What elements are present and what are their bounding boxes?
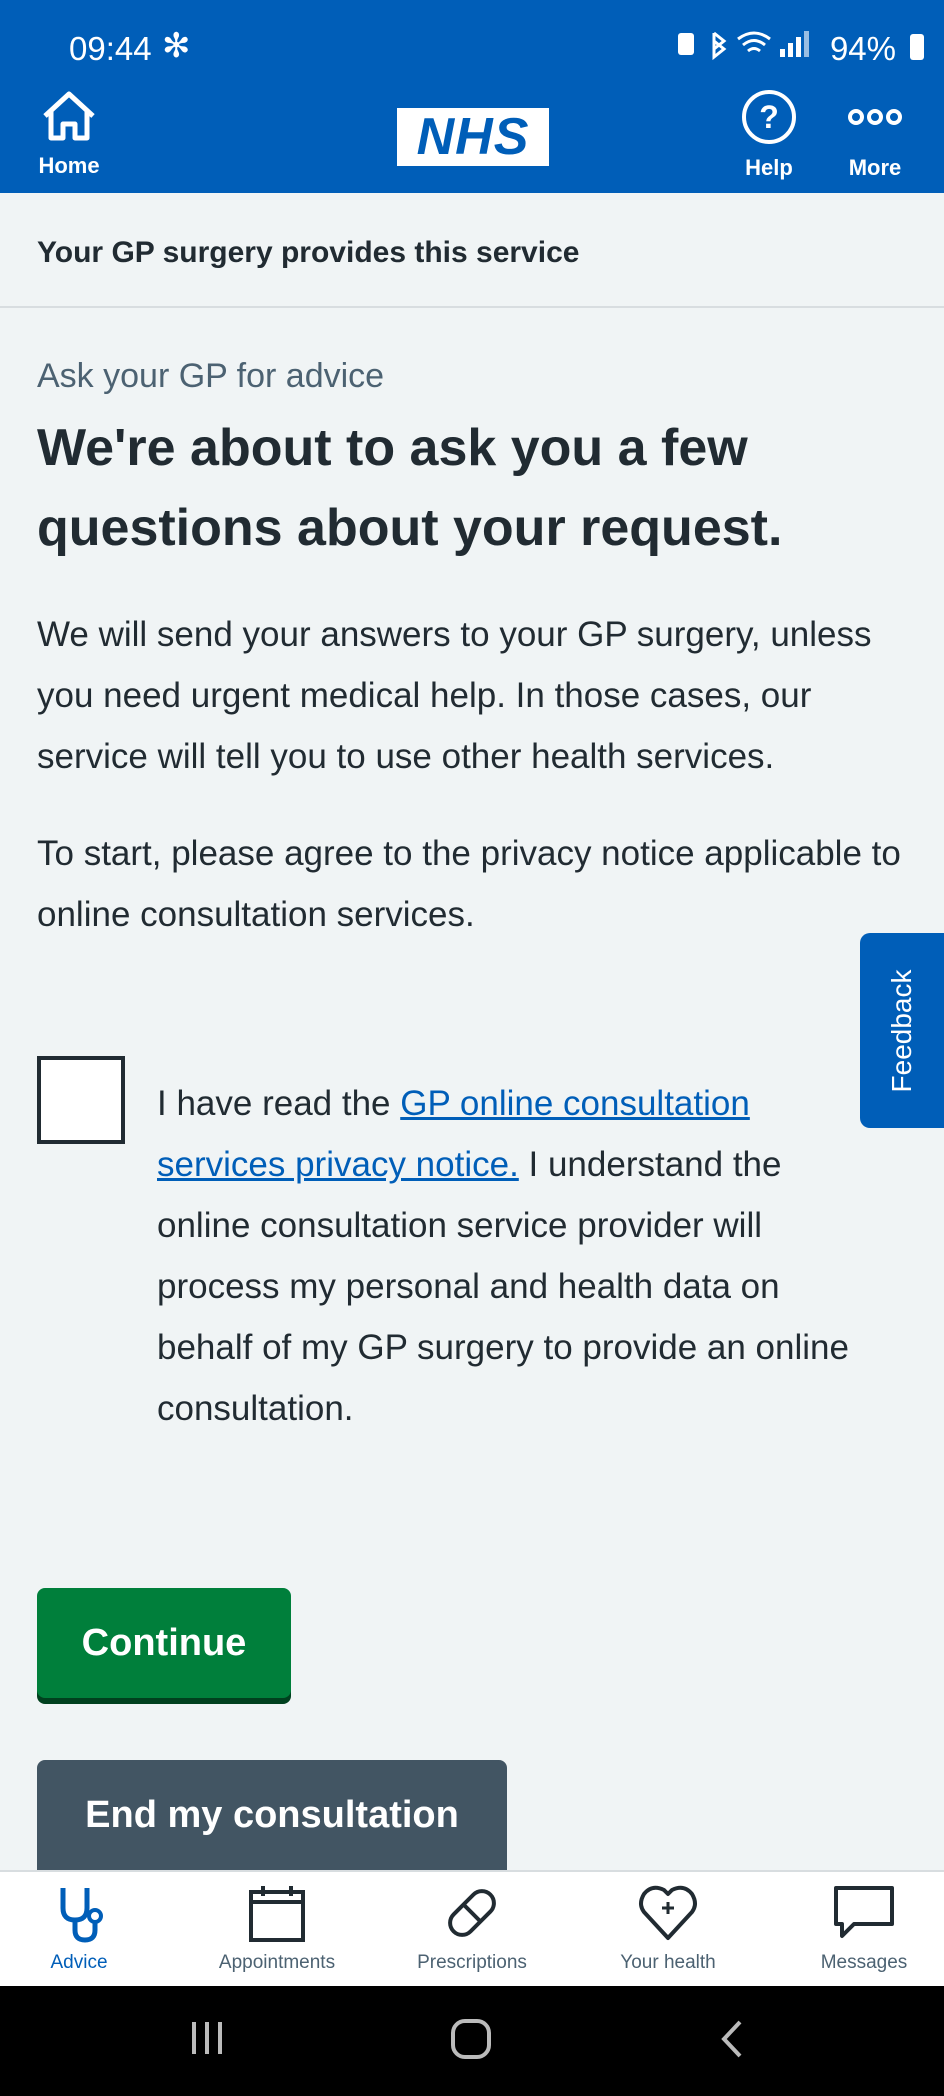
battery-icon	[910, 34, 924, 60]
service-provider-text: Your GP surgery provides this service	[37, 236, 580, 269]
status-bar: 09:44 ✻ 94%	[0, 0, 944, 90]
app-header: 09:44 ✻ 94% Home NHS ? Help More	[0, 0, 944, 193]
system-icons	[676, 27, 826, 69]
feedback-label: Feedback	[886, 969, 917, 1092]
tab-messages[interactable]: Messages	[770, 1882, 944, 1974]
tab-appointments-label: Appointments	[218, 1952, 336, 1973]
privacy-instruction: To start, please agree to the privacy no…	[37, 834, 901, 934]
tab-advice-label: Advice	[50, 1952, 108, 1973]
intro-paragraph: We will send your answers to your GP sur…	[37, 615, 872, 776]
status-time: 09:44	[69, 30, 152, 67]
help-label: Help	[745, 155, 793, 180]
service-provider-bar: Your GP surgery provides this service	[0, 193, 944, 308]
home-label: Home	[38, 153, 100, 178]
fan-icon: ✻	[162, 27, 191, 65]
consent-prefix: I have read the	[157, 1084, 401, 1123]
home-icon	[43, 91, 95, 141]
more-button[interactable]: More	[836, 88, 914, 181]
tab-prescriptions-label: Prescriptions	[417, 1952, 527, 1973]
help-icon: ?	[742, 90, 796, 144]
calendar-icon	[249, 1886, 305, 1942]
privacy-consent-checkbox[interactable]	[37, 1056, 125, 1144]
tab-your-health[interactable]: Your health	[574, 1882, 762, 1974]
svg-text:?: ?	[759, 99, 779, 135]
end-consultation-button[interactable]: End my consultation	[37, 1760, 507, 1870]
home-button[interactable]: Home	[30, 88, 108, 179]
privacy-consent-label: I have read the GP online consultation s…	[157, 1073, 877, 1439]
bottom-tab-bar: Advice Appointments Prescriptions Your h…	[0, 1870, 944, 1986]
nhs-logo: NHS	[397, 108, 549, 166]
continue-button[interactable]: Continue	[37, 1588, 291, 1698]
page-caption: Ask your GP for advice	[37, 357, 385, 395]
tab-appointments[interactable]: Appointments	[183, 1882, 371, 1974]
tab-your-health-label: Your health	[620, 1952, 716, 1973]
back-icon[interactable]	[716, 2016, 748, 2062]
home-nav-icon[interactable]	[448, 2016, 494, 2062]
connectivity-icons	[678, 31, 809, 61]
message-icon	[834, 1886, 894, 1938]
more-icon	[848, 109, 902, 125]
main-content: Ask your GP for advice We're about to as…	[37, 350, 907, 945]
recent-apps-icon[interactable]	[186, 2016, 228, 2060]
tab-messages-label: Messages	[820, 1952, 908, 1973]
battery-level: 94%	[829, 30, 896, 67]
tab-prescriptions[interactable]: Prescriptions	[378, 1882, 566, 1974]
tab-advice[interactable]: Advice	[0, 1882, 173, 1974]
heart-icon	[639, 1885, 697, 1940]
pill-icon	[448, 1889, 496, 1937]
more-label: More	[848, 155, 902, 180]
stethoscope-icon	[60, 1888, 103, 1943]
page-title: We're about to ask you a few questions a…	[37, 419, 783, 557]
system-navigation-bar	[0, 1986, 944, 2096]
consent-suffix: I understand the online consultation ser…	[157, 1145, 849, 1428]
help-button[interactable]: ? Help	[730, 88, 808, 181]
